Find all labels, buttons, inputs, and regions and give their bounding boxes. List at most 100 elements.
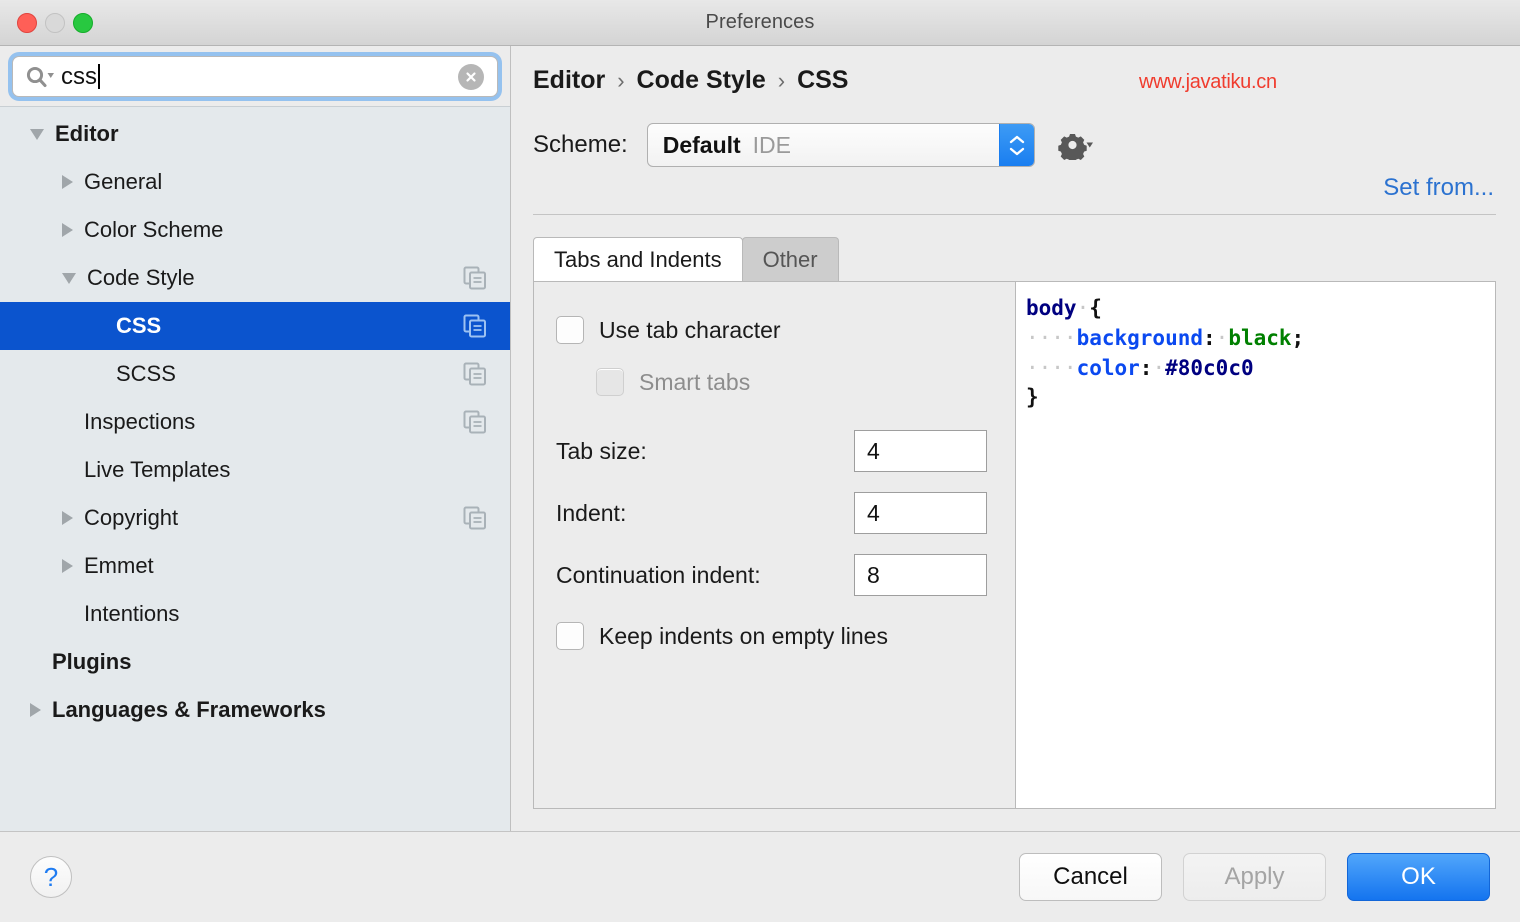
keep-indents-row[interactable]: Keep indents on empty lines bbox=[556, 616, 1015, 656]
stepper-up-down-icon[interactable] bbox=[999, 124, 1034, 166]
sidebar-item-label: CSS bbox=[116, 313, 161, 339]
sidebar-item-label: Code Style bbox=[87, 265, 195, 291]
window-body: css EditorGeneralColor SchemeCode StyleC… bbox=[0, 46, 1520, 831]
sidebar-item-color-scheme[interactable]: Color Scheme bbox=[0, 206, 510, 254]
smart-tabs-row: Smart tabs bbox=[596, 362, 1015, 402]
clear-icon[interactable] bbox=[458, 64, 484, 90]
indent-label: Indent: bbox=[556, 500, 626, 527]
chevron-down-icon[interactable] bbox=[30, 129, 44, 140]
tab-other[interactable]: Other bbox=[742, 237, 839, 281]
chevron-right-icon[interactable] bbox=[62, 175, 73, 189]
sidebar-item-intentions[interactable]: Intentions bbox=[0, 590, 510, 638]
indent-input[interactable]: 4 bbox=[854, 492, 987, 534]
close-button[interactable] bbox=[17, 13, 37, 33]
breadcrumb-editor[interactable]: Editor bbox=[533, 66, 605, 95]
code-preview-text: body·{ ····background:·black; ····color:… bbox=[1026, 294, 1495, 413]
indent-row: Indent: 4 bbox=[556, 482, 1015, 544]
use-tab-character-label: Use tab character bbox=[599, 317, 781, 344]
sidebar-item-label: Emmet bbox=[84, 553, 154, 579]
use-tab-character-checkbox[interactable] bbox=[556, 316, 584, 344]
breadcrumb: Editor › Code Style › CSS www.javatiku.c… bbox=[533, 66, 1496, 102]
cancel-button[interactable]: Cancel bbox=[1019, 853, 1162, 901]
tab-size-input[interactable]: 4 bbox=[854, 430, 987, 472]
text-caret bbox=[98, 64, 100, 89]
search-input[interactable]: css bbox=[12, 56, 498, 97]
sidebar-item-label: Plugins bbox=[52, 649, 131, 675]
ok-button[interactable]: OK bbox=[1347, 853, 1490, 901]
scheme-select[interactable]: Default IDE bbox=[647, 123, 1035, 167]
preferences-window: Preferences css bbox=[0, 0, 1520, 922]
chevron-right-icon[interactable] bbox=[62, 223, 73, 237]
sidebar-item-label: Inspections bbox=[84, 409, 195, 435]
tree-spacer bbox=[94, 374, 105, 375]
sidebar-item-languages-frameworks[interactable]: Languages & Frameworks bbox=[0, 686, 510, 734]
tab-tabs-and-indents[interactable]: Tabs and Indents bbox=[533, 237, 743, 281]
set-from-row: Set from... bbox=[533, 168, 1496, 208]
search-area: css bbox=[0, 46, 510, 106]
sidebar-item-editor[interactable]: Editor bbox=[0, 110, 510, 158]
sidebar-item-emmet[interactable]: Emmet bbox=[0, 542, 510, 590]
sidebar-item-code-style[interactable]: Code Style bbox=[0, 254, 510, 302]
sidebar-item-live-templates[interactable]: Live Templates bbox=[0, 446, 510, 494]
scheme-qualifier: IDE bbox=[753, 132, 791, 159]
breadcrumb-code-style[interactable]: Code Style bbox=[637, 66, 766, 95]
sidebar-item-copyright[interactable]: Copyright bbox=[0, 494, 510, 542]
sidebar-item-label: Color Scheme bbox=[84, 217, 223, 243]
copy-scheme-icon[interactable] bbox=[462, 409, 488, 435]
continuation-indent-row: Continuation indent: 8 bbox=[556, 544, 1015, 606]
sidebar-item-label: Copyright bbox=[84, 505, 178, 531]
copy-scheme-icon[interactable] bbox=[462, 361, 488, 387]
sidebar-item-plugins[interactable]: Plugins bbox=[0, 638, 510, 686]
search-icon[interactable] bbox=[25, 65, 55, 89]
sidebar-item-css[interactable]: CSS bbox=[0, 302, 510, 350]
smart-tabs-checkbox bbox=[596, 368, 624, 396]
chevron-right-icon[interactable] bbox=[30, 703, 41, 717]
gear-icon[interactable] bbox=[1057, 130, 1093, 160]
title-bar: Preferences bbox=[0, 0, 1520, 46]
tab-size-label: Tab size: bbox=[556, 438, 647, 465]
tab-size-row: Tab size: 4 bbox=[556, 420, 1015, 482]
keep-indents-checkbox[interactable] bbox=[556, 622, 584, 650]
tree-spacer bbox=[62, 470, 73, 471]
indent-settings-form: Use tab character Smart tabs Tab size: 4… bbox=[534, 282, 1016, 808]
settings-detail-panel: Editor › Code Style › CSS www.javatiku.c… bbox=[511, 46, 1520, 831]
breadcrumb-separator-icon: › bbox=[778, 68, 785, 94]
continuation-indent-label: Continuation indent: bbox=[556, 562, 761, 589]
sidebar-item-label: Languages & Frameworks bbox=[52, 697, 326, 723]
maximize-button[interactable] bbox=[73, 13, 93, 33]
scheme-name: Default bbox=[663, 132, 741, 159]
tab-content-pane: Use tab character Smart tabs Tab size: 4… bbox=[533, 281, 1496, 809]
search-value: css bbox=[61, 65, 97, 89]
tree-spacer bbox=[30, 662, 41, 663]
help-button[interactable]: ? bbox=[30, 856, 72, 898]
copy-scheme-icon[interactable] bbox=[462, 265, 488, 291]
copy-scheme-icon[interactable] bbox=[462, 313, 488, 339]
minimize-button[interactable] bbox=[45, 13, 65, 33]
sidebar-item-label: SCSS bbox=[116, 361, 176, 387]
horizontal-divider bbox=[533, 214, 1496, 215]
sidebar-item-general[interactable]: General bbox=[0, 158, 510, 206]
set-from-link[interactable]: Set from... bbox=[1383, 174, 1494, 202]
settings-sidebar: css EditorGeneral Color Scheme Code Style C… bbox=[0, 46, 511, 831]
tree-spacer bbox=[94, 326, 105, 327]
use-tab-character-row[interactable]: Use tab character bbox=[556, 310, 1015, 350]
apply-button[interactable]: Apply bbox=[1183, 853, 1326, 901]
keep-indents-label: Keep indents on empty lines bbox=[599, 623, 888, 650]
scheme-row: Scheme: Default IDE bbox=[533, 122, 1496, 168]
tree-spacer bbox=[62, 614, 73, 615]
footer-buttons: Cancel Apply OK bbox=[1019, 853, 1490, 901]
tree-spacer bbox=[62, 422, 73, 423]
code-preview-pane[interactable]: body·{ ····background:·black; ····color:… bbox=[1016, 282, 1495, 808]
sidebar-item-label: Intentions bbox=[84, 601, 179, 627]
dialog-footer: ? Cancel Apply OK bbox=[0, 831, 1520, 922]
sidebar-item-label: Live Templates bbox=[84, 457, 230, 483]
chevron-right-icon[interactable] bbox=[62, 511, 73, 525]
chevron-right-icon[interactable] bbox=[62, 559, 73, 573]
copy-scheme-icon[interactable] bbox=[462, 505, 488, 531]
chevron-down-icon[interactable] bbox=[62, 273, 76, 284]
window-title: Preferences bbox=[0, 11, 1520, 34]
sidebar-item-scss[interactable]: SCSS bbox=[0, 350, 510, 398]
scheme-label: Scheme: bbox=[533, 131, 628, 159]
sidebar-item-inspections[interactable]: Inspections bbox=[0, 398, 510, 446]
continuation-indent-input[interactable]: 8 bbox=[854, 554, 987, 596]
